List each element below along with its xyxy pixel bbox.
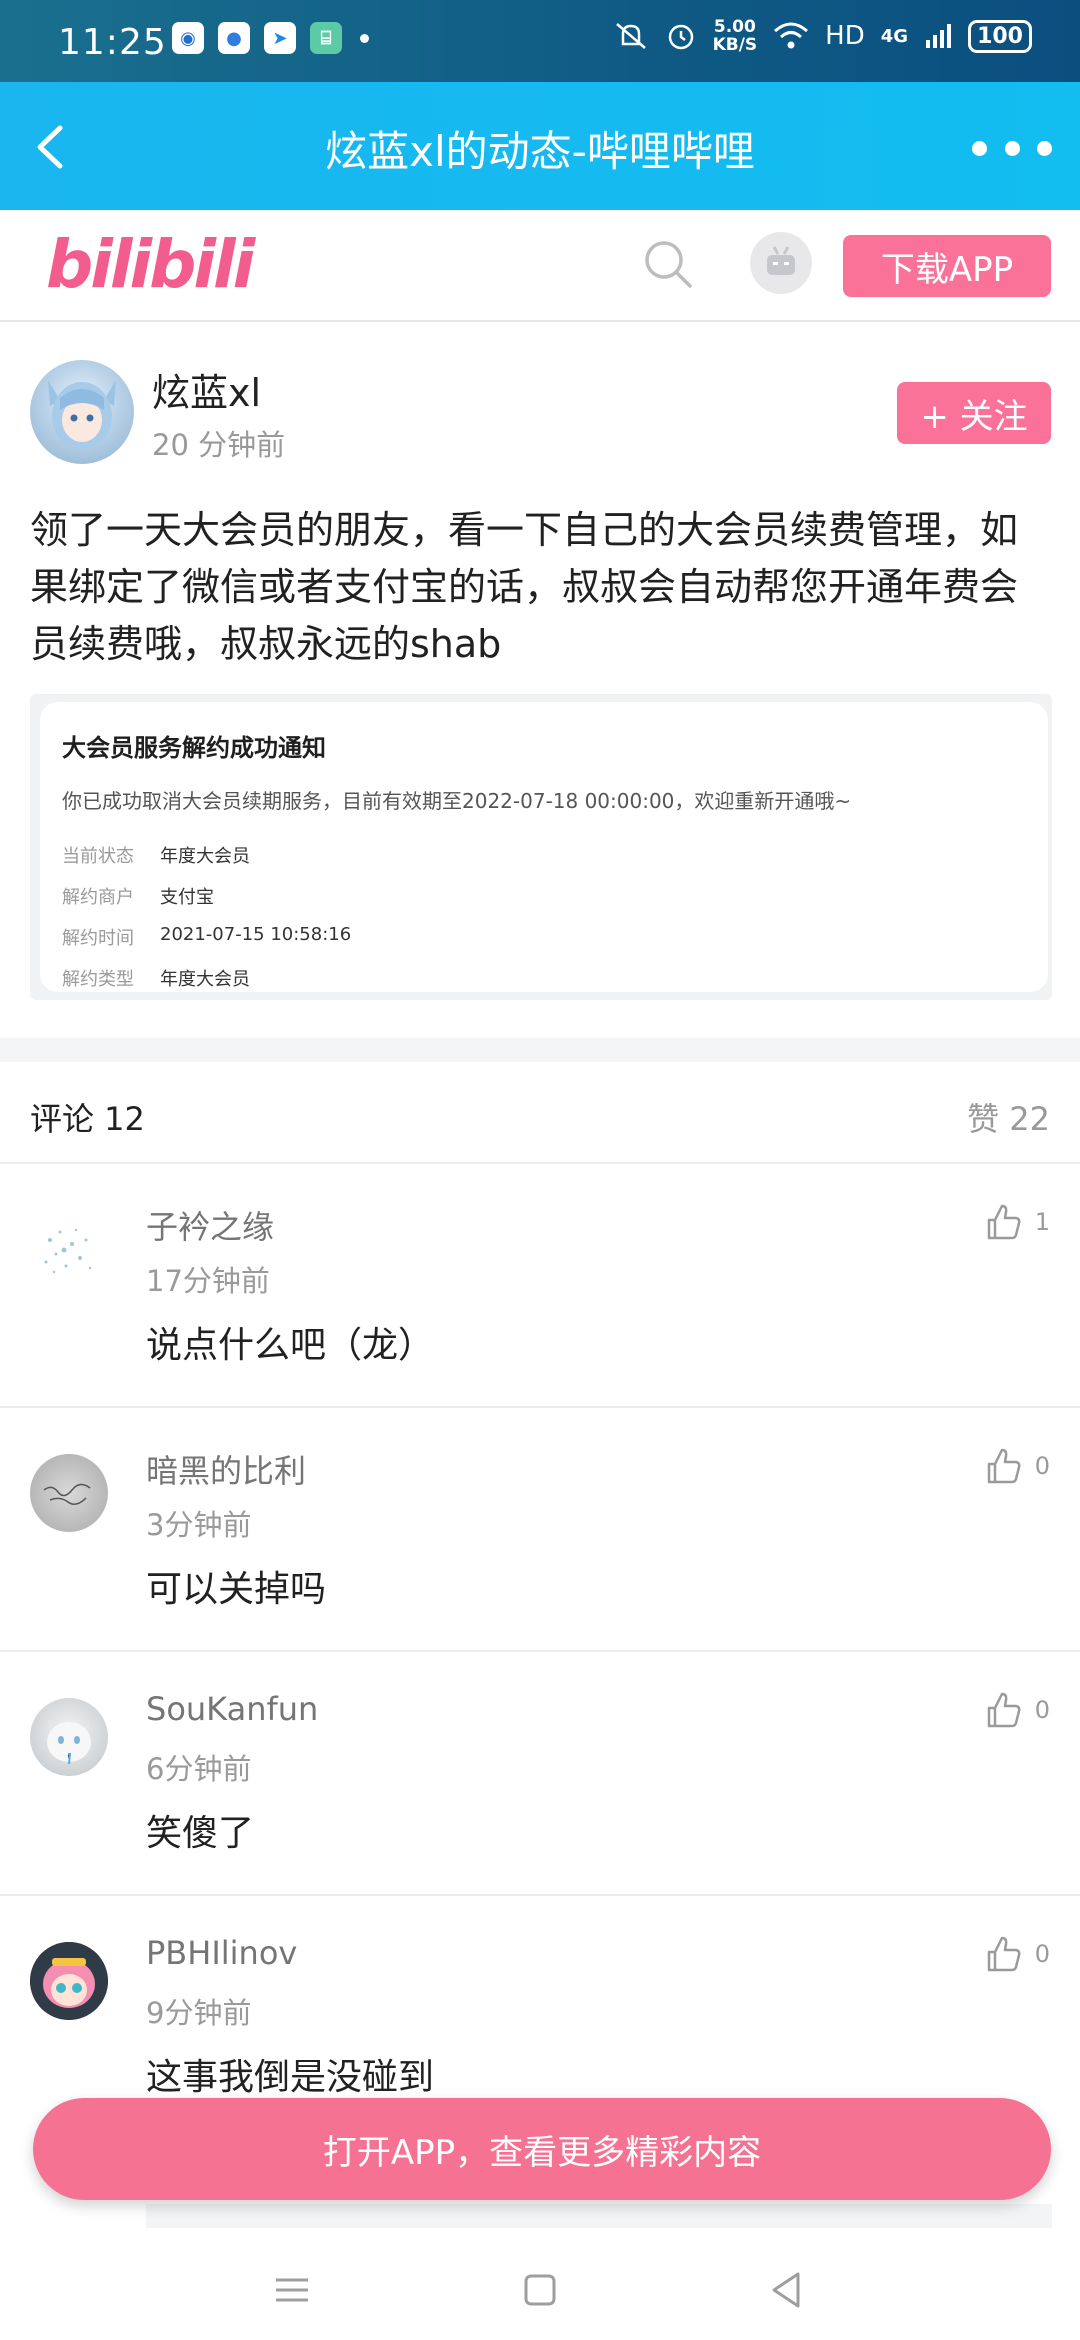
- wifi-icon: [774, 22, 809, 49]
- thumbs-up-icon: [987, 1204, 1021, 1240]
- author-name[interactable]: 炫蓝xl: [152, 362, 261, 417]
- thumbs-up-icon: [987, 1936, 1021, 1972]
- comment-like-count: 0: [1034, 1696, 1050, 1724]
- anime-girl-avatar-icon: [30, 1942, 108, 2020]
- comments-count[interactable]: 评论 12: [30, 1094, 145, 1140]
- reply-preview-strip: [146, 2204, 1052, 2228]
- comment-time: 3分钟前: [146, 1508, 252, 1542]
- comment-time: 6分钟前: [146, 1752, 252, 1786]
- chat-app-icon: ●: [218, 22, 250, 54]
- alarm-icon: [668, 24, 693, 50]
- comment-like-button[interactable]: 0: [983, 1690, 1050, 1730]
- thumbs-up-icon: [987, 1448, 1021, 1484]
- send-app-icon: ➤: [264, 22, 296, 54]
- search-icon[interactable]: [640, 236, 696, 292]
- commenter-name[interactable]: SouKanfun: [146, 1690, 318, 1728]
- more-notifications-dot: [360, 33, 369, 43]
- comment-time: 9分钟前: [146, 1996, 252, 2030]
- notification-icons: ◉ ● ➤ ⌸: [172, 22, 369, 54]
- notice-value: 支付宝: [160, 887, 214, 908]
- notice-value: 年度大会员: [160, 969, 250, 990]
- comment-item: 暗黑的比利 3分钟前 可以关掉吗 0: [0, 1408, 1080, 1652]
- signal-label: 4G: [880, 25, 909, 47]
- download-app-button[interactable]: 下载APP: [843, 235, 1051, 297]
- notice-row: 当前状态 年度大会员: [62, 842, 1026, 868]
- author-avatar[interactable]: [30, 360, 134, 464]
- open-app-button[interactable]: 打开APP，查看更多精彩内容: [33, 2098, 1051, 2200]
- post-image[interactable]: 大会员服务解约成功通知 你已成功取消大会员续期服务，目前有效期至2022-07-…: [30, 694, 1052, 1000]
- notice-key: 解约时间: [62, 928, 134, 949]
- signal-icon: [926, 24, 952, 48]
- network-speed: 5.00 KB/S: [713, 18, 758, 54]
- page-title: 炫蓝xl的动态-哔哩哔哩: [325, 127, 755, 176]
- home-icon[interactable]: [516, 2266, 564, 2314]
- app-bar: 炫蓝xl的动态-哔哩哔哩: [0, 82, 1080, 210]
- commenter-avatar[interactable]: [30, 1698, 108, 1776]
- notice-value: 年度大会员: [160, 846, 250, 867]
- commenter-name[interactable]: 子衿之缘: [146, 1202, 274, 1248]
- comment-like-count: 0: [1034, 1940, 1050, 1968]
- status-bar: 11:25 ◉ ● ➤ ⌸ 5.00 KB/S HD 4G 100: [0, 0, 1080, 82]
- system-nav-bar: [0, 2240, 1080, 2340]
- handwriting-avatar-icon: [43, 1483, 91, 1505]
- comment-item: 子衿之缘 17分钟前 说点什么吧（龙） 1: [0, 1164, 1080, 1408]
- notice-value: 2021-07-15 10:58:16: [160, 924, 352, 945]
- comment-like-count: 1: [1034, 1208, 1050, 1236]
- site-header: bilibili 下载APP: [0, 210, 1080, 322]
- speed-unit: KB/S: [712, 35, 758, 55]
- comment-like-button[interactable]: 1: [983, 1202, 1050, 1242]
- back-nav-icon[interactable]: [762, 2266, 810, 2314]
- notice-card: 大会员服务解约成功通知 你已成功取消大会员续期服务，目前有效期至2022-07-…: [40, 702, 1048, 992]
- sparkle-avatar-icon: [44, 1228, 92, 1274]
- notice-key: 解约类型: [62, 969, 134, 990]
- notice-row: 解约时间 2021-07-15 10:58:16: [62, 924, 1026, 950]
- bilibili-logo[interactable]: bilibili: [46, 226, 255, 303]
- store-app-icon: ⌸: [310, 22, 342, 54]
- speed-value: 5.00: [713, 17, 756, 37]
- user-avatar[interactable]: [750, 232, 812, 294]
- notice-description: 你已成功取消大会员续期服务，目前有效期至2022-07-18 00:00:00，…: [62, 789, 852, 813]
- commenter-name[interactable]: 暗黑的比利: [146, 1446, 306, 1492]
- commenter-name[interactable]: PBHIlinov: [146, 1934, 297, 1972]
- notice-key: 当前状态: [62, 846, 134, 867]
- likes-count[interactable]: 赞 22: [967, 1094, 1050, 1140]
- section-divider: [0, 1038, 1080, 1062]
- notice-key: 解约商户: [62, 887, 134, 908]
- comment-text: 笑傻了: [146, 1813, 255, 1854]
- mute-icon: [615, 23, 646, 49]
- comment-time: 17分钟前: [146, 1264, 270, 1298]
- notice-row: 解约类型 年度大会员: [62, 965, 1026, 991]
- comment-text: 可以关掉吗: [146, 1569, 327, 1610]
- comment-text: 说点什么吧（龙）: [146, 1325, 435, 1366]
- status-indicators: 5.00 KB/S HD 4G 100: [613, 18, 1032, 54]
- comment-item: SouKanfun 6分钟前 笑傻了 0: [0, 1652, 1080, 1896]
- cat-avatar-icon: [47, 1720, 91, 1765]
- comment-like-count: 0: [1034, 1452, 1050, 1480]
- commenter-avatar[interactable]: [30, 1942, 108, 2020]
- anime-avatar-icon: [48, 380, 116, 450]
- status-time: 11:25: [58, 22, 167, 63]
- follow-button[interactable]: + 关注: [897, 382, 1051, 444]
- commenter-avatar[interactable]: [30, 1210, 108, 1288]
- post-time: 20 分钟前: [152, 428, 286, 462]
- hd-label: HD: [825, 21, 865, 51]
- comment-like-button[interactable]: 0: [983, 1446, 1050, 1486]
- comments-header: 评论 12 赞 22: [0, 1062, 1080, 1164]
- tv-mascot-icon: [767, 246, 795, 275]
- menu-icon[interactable]: [268, 2266, 316, 2314]
- comment-like-button[interactable]: 0: [983, 1934, 1050, 1974]
- battery-indicator: 100: [968, 19, 1032, 53]
- more-options-icon[interactable]: [972, 118, 1052, 178]
- post-text: 领了一天大会员的朋友，看一下自己的大会员续费管理，如果绑定了微信或者支付宝的话，…: [30, 508, 1019, 666]
- notice-title: 大会员服务解约成功通知: [62, 734, 326, 762]
- notice-row: 解约商户 支付宝: [62, 883, 1026, 909]
- thumbs-up-icon: [987, 1692, 1021, 1728]
- browser-app-icon: ◉: [172, 22, 204, 54]
- comment-text: 这事我倒是没碰到: [146, 2057, 435, 2098]
- commenter-avatar[interactable]: [30, 1454, 108, 1532]
